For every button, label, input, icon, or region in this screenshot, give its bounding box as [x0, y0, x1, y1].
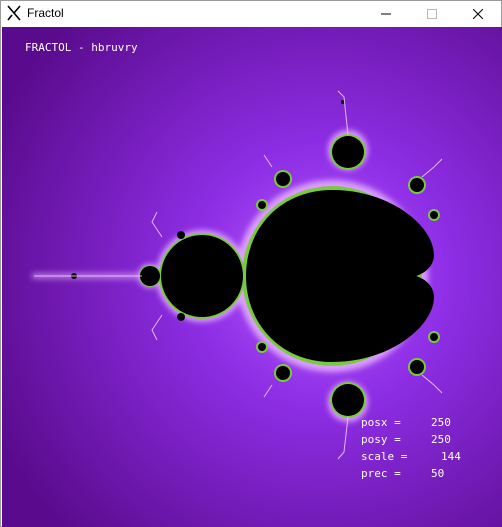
minimize-icon: [381, 13, 391, 15]
stat-value-posx: 250: [431, 416, 451, 429]
stat-label-posy: posy =: [361, 433, 401, 446]
title-bar[interactable]: Fractol: [1, 1, 501, 27]
stat-value-prec: 50: [431, 467, 445, 480]
close-button[interactable]: [455, 1, 501, 27]
window-title: Fractol: [27, 6, 64, 20]
fractol-app-icon: [6, 5, 22, 21]
maximize-button[interactable]: [409, 1, 455, 27]
maximize-icon: [427, 9, 437, 19]
stat-value-scale: 144: [441, 450, 461, 463]
stat-label-scale: scale =: [361, 450, 408, 463]
minimize-button[interactable]: [363, 1, 409, 27]
stat-label-posx: posx =: [361, 416, 401, 429]
fractal-canvas[interactable]: FRACTOL - hbruvry posx = 250 posy = 250 …: [2, 27, 502, 527]
stat-value-posy: 250: [431, 433, 451, 446]
app-window: Fractol FRACTOL - hbruvry posx = 250 pos…: [0, 0, 502, 527]
stat-label-prec: prec =: [361, 467, 401, 480]
overlay-header: FRACTOL - hbruvry: [25, 41, 138, 54]
close-icon: [473, 9, 483, 19]
